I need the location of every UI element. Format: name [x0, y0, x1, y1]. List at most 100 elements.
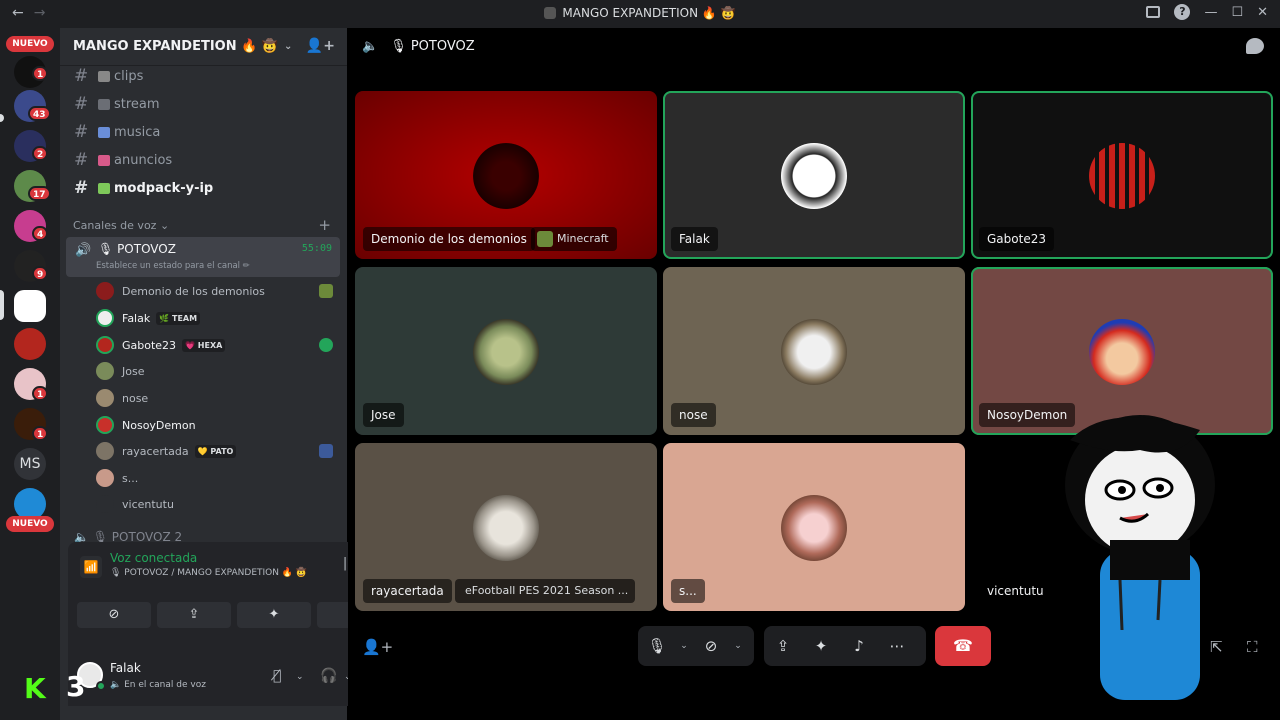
activity-badge[interactable]: eFootball PES 2021 Season ... [455, 579, 635, 603]
invite-to-voice-icon[interactable]: 👤+ [362, 638, 393, 656]
minimize-icon[interactable]: — [1204, 5, 1217, 20]
close-icon[interactable]: ✕ [1257, 5, 1268, 20]
mention-badge: 1 [32, 66, 49, 81]
mention-badge: 1 [32, 386, 49, 401]
server-icon-mango[interactable] [14, 290, 46, 322]
chevron-down-icon[interactable]: ⌄ [296, 672, 304, 682]
connection-signal-icon[interactable]: 📶 [80, 556, 102, 578]
participant-tile[interactable]: s... [663, 443, 965, 611]
server-icon-ms[interactable]: MS [14, 448, 46, 480]
voice-header-title: 🎙 POTOVOZ [390, 39, 475, 54]
avatar [96, 416, 114, 434]
vtuber-overlay [1065, 415, 1215, 700]
channel-stream[interactable]: # stream [74, 92, 160, 116]
participant-tile[interactable]: Gabote23 [971, 91, 1273, 259]
voice-category[interactable]: Canales de voz ⌄ [73, 219, 169, 232]
participant-tile[interactable]: Falak [663, 91, 965, 259]
channel-label: musica [114, 124, 161, 140]
activities-button[interactable]: ✦ [237, 602, 311, 628]
voice-connected-label[interactable]: Voz conectada [110, 551, 197, 565]
add-channel-icon[interactable]: + [318, 216, 331, 234]
voice-user[interactable]: vicentutu [96, 493, 174, 515]
participant-tile[interactable]: Jose [355, 267, 657, 435]
camera-off-button[interactable]: ⊘ [77, 602, 151, 628]
voice-user[interactable]: Gabote23 💗 HEXA [96, 334, 226, 356]
activity-badge[interactable]: Minecraft [531, 227, 617, 251]
speaker-icon: 🔊 [75, 243, 92, 258]
invite-people-icon[interactable]: 👤+ [306, 38, 335, 54]
minecraft-icon [319, 284, 333, 298]
chevron-down-icon: ⌄ [284, 41, 293, 52]
microphone-icon[interactable]: 🎙 [638, 637, 676, 655]
voice-user[interactable]: NosoyDemon [96, 414, 196, 436]
hash-icon: # [74, 66, 89, 86]
voice-user[interactable]: Demonio de los demonios [96, 280, 265, 302]
username[interactable]: Falak [110, 661, 141, 675]
stream-overlay-number: 3 [66, 670, 86, 703]
music-icon [98, 126, 110, 138]
participant-avatar [473, 143, 539, 209]
more-options-icon[interactable]: ⋯ [878, 637, 916, 655]
unread-pip [0, 114, 4, 122]
voice-user[interactable]: rayacertada 💛 PATO [96, 440, 237, 462]
avatar [96, 495, 114, 513]
role-tag: 🌿 TEAM [156, 311, 201, 325]
tv-icon [98, 98, 110, 110]
headphones-icon[interactable]: 🎧 [320, 668, 337, 684]
participant-tile[interactable]: rayacertada eFootball PES 2021 Season ..… [355, 443, 657, 611]
voice-user[interactable]: s... [96, 467, 138, 489]
channel-modpack[interactable]: # modpack-y-ip [74, 176, 213, 200]
participant-name: Gabote23 [979, 227, 1054, 251]
inbox-icon[interactable] [1146, 6, 1161, 18]
participant-tile[interactable]: Demonio de los demonios Minecraft [355, 91, 657, 259]
channel-label: anuncios [114, 152, 173, 168]
voice-timer: 55:09 [301, 243, 332, 254]
screen-share-button[interactable]: ⇪ [157, 602, 231, 628]
channel-label: stream [114, 96, 160, 112]
voice-connected-location[interactable]: 🎙 POTOVOZ / MANGO EXPANDETION 🔥 🤠 [110, 568, 307, 578]
channel-status[interactable]: Establece un estado para el canal ✏ [96, 261, 250, 271]
voice-channel-potovoz[interactable]: 🔊 🎙 POTOVOZ 55:09 Establece un estado pa… [66, 237, 340, 277]
channel-anuncios[interactable]: # anuncios [74, 148, 172, 172]
hash-icon: # [74, 178, 89, 198]
megaphone-icon [98, 154, 110, 166]
channel-sidebar: MANGO EXPANDETION 🔥 🤠 ⌄ 👤+ # clips # strea… [60, 28, 400, 720]
participant-avatar [1089, 319, 1155, 385]
fullscreen-icon[interactable]: ⛶ [1247, 638, 1258, 656]
user-status: 🔈 En el canal de voz [110, 680, 206, 690]
screen-share-icon[interactable]: ⇪ [764, 637, 802, 655]
mute-mic-icon[interactable]: 🎙̸ [273, 668, 281, 684]
voice-user[interactable]: Jose [96, 360, 144, 382]
server-header[interactable]: MANGO EXPANDETION 🔥 🤠 ⌄ 👤+ [60, 28, 347, 66]
camera-off-icon[interactable]: ⊘ [692, 637, 730, 655]
channel-musica[interactable]: # musica [74, 120, 160, 144]
server-icon-7[interactable] [14, 328, 46, 360]
mention-badge: 9 [32, 266, 49, 281]
voice-channel-name: 🎙 POTOVOZ [98, 242, 176, 256]
voice-user[interactable]: nose [96, 387, 148, 409]
channel-clips[interactable]: # clips [74, 64, 143, 88]
new-badge: NUEVO [6, 36, 54, 52]
participant-avatar [781, 319, 847, 385]
maximize-icon[interactable]: ☐ [1231, 5, 1243, 20]
soundboard-icon[interactable]: ♪ [840, 637, 878, 655]
role-tag: 💛 PATO [194, 444, 237, 458]
activity-controls: ⇪ ✦ ♪ ⋯ [764, 626, 926, 666]
avatar [96, 309, 114, 327]
chevron-down-icon[interactable]: ⌄ [730, 641, 746, 651]
participant-avatar [781, 495, 847, 561]
books-icon [98, 182, 110, 194]
participant-tile[interactable]: nose [663, 267, 965, 435]
avatar [96, 336, 114, 354]
participant-avatar [781, 143, 847, 209]
voice-user[interactable]: Falak 🌿 TEAM [96, 307, 201, 329]
leave-call-button[interactable]: ☎ [935, 626, 991, 666]
participant-name: nose [671, 403, 716, 427]
chevron-down-icon[interactable]: ⌄ [676, 641, 692, 651]
chat-bubble-icon[interactable] [1246, 38, 1264, 54]
avatar [96, 362, 114, 380]
help-icon[interactable]: ? [1174, 4, 1191, 20]
hash-icon: # [74, 94, 89, 114]
participant-avatar [473, 319, 539, 385]
activities-icon[interactable]: ✦ [802, 637, 840, 655]
